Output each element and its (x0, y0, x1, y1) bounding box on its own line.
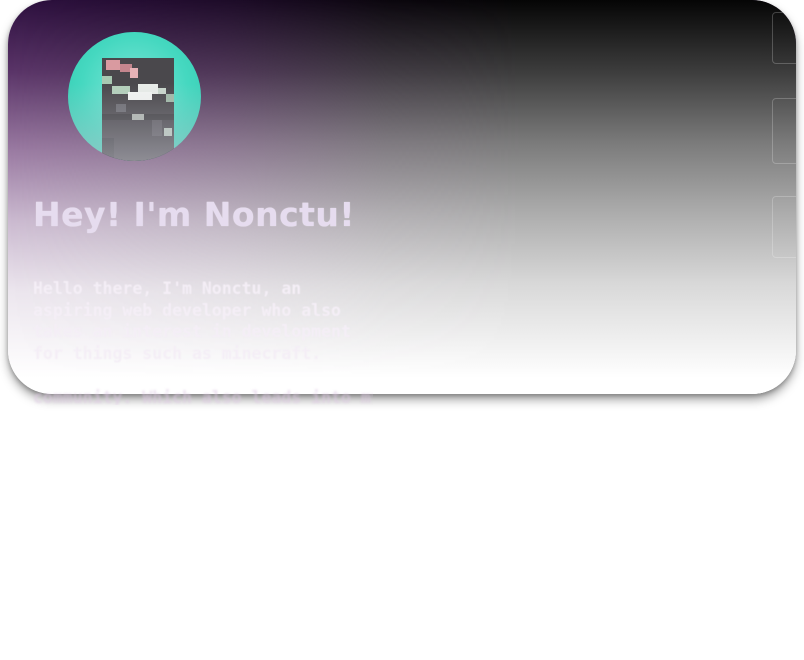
intro-paragraph: Hello there, I'm Nonctu, an aspiring web… (33, 279, 351, 363)
profile-card: Hey! I'm Nonctu! Hello there, I'm Nonctu… (8, 0, 796, 394)
avatar (68, 32, 201, 161)
edge-tab-1[interactable] (772, 12, 796, 64)
overflow-text: community. Which also leads into my (33, 383, 373, 405)
page-title: Hey! I'm Nonctu! (33, 195, 355, 234)
edge-tab-2[interactable] (772, 98, 796, 164)
avatar-fade-overlay (68, 32, 201, 161)
overflow-text-line: community. Which also leads into my (33, 388, 373, 405)
edge-tab-3[interactable] (772, 196, 796, 258)
